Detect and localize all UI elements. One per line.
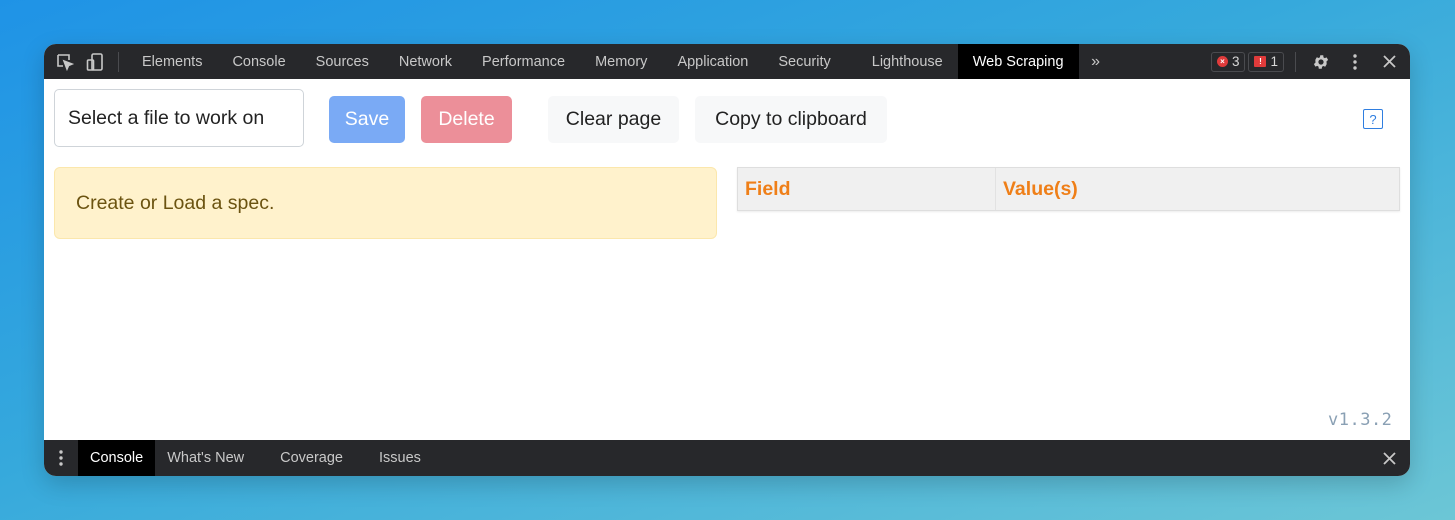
tab-label: Elements <box>142 53 203 70</box>
tab-label: Application <box>677 53 749 70</box>
file-select-value: Select a file to work on <box>68 106 265 129</box>
gear-icon[interactable] <box>1304 44 1338 79</box>
column-header-field: Field <box>738 168 996 210</box>
help-icon[interactable]: ? <box>1363 109 1383 129</box>
tab-sources[interactable]: Sources <box>301 44 384 79</box>
tab-label: What's New <box>167 450 245 466</box>
tab-label: Web Scraping <box>972 53 1064 70</box>
info-alert: Create or Load a spec. <box>54 167 717 239</box>
device-toolbar-icon[interactable] <box>80 44 110 79</box>
tab-label: Sources <box>315 53 369 70</box>
toolbar-separator <box>118 51 119 72</box>
toolbar-separator <box>1295 51 1296 72</box>
tab-label: Console <box>90 450 144 466</box>
tab-label: Console <box>232 53 286 70</box>
tab-label: Security <box>778 53 831 70</box>
delete-button[interactable]: Delete <box>421 96 512 143</box>
drawer-tab-whats-new[interactable]: What's New <box>155 440 262 476</box>
issue-count: 1 <box>1270 54 1278 69</box>
drawer-tab-console[interactable]: Console <box>78 440 156 476</box>
tab-label: Network <box>398 53 453 70</box>
tab-elements[interactable]: Elements <box>127 44 217 79</box>
save-button[interactable]: Save <box>329 96 405 143</box>
kebab-menu-icon[interactable] <box>1338 44 1372 79</box>
error-count-badge[interactable]: × 3 <box>1210 51 1246 72</box>
field-value-table-header: Field Value(s) <box>737 167 1400 211</box>
tab-console[interactable]: Console <box>217 44 300 79</box>
tab-label: Issues <box>378 450 421 466</box>
error-icon: × <box>1216 56 1228 67</box>
devtools-window: Elements Console Sources Network Perform… <box>44 44 1410 476</box>
version-label: v1.3.2 <box>1328 410 1393 430</box>
drawer-tab-coverage[interactable]: Coverage <box>262 440 361 476</box>
tab-label: Performance <box>482 53 566 70</box>
double-chevron-right-icon[interactable]: » <box>1079 44 1113 79</box>
issue-count-badge[interactable]: ! 1 <box>1248 51 1284 72</box>
tab-performance[interactable]: Performance <box>467 44 580 79</box>
tab-network[interactable]: Network <box>384 44 467 79</box>
alert-text: Create or Load a spec. <box>76 191 275 214</box>
tab-memory[interactable]: Memory <box>580 44 662 79</box>
devtools-drawer-bar: Console What's New Coverage Issues <box>44 440 1410 476</box>
file-select-dropdown[interactable]: Select a file to work on <box>54 89 304 147</box>
devtools-top-bar: Elements Console Sources Network Perform… <box>44 44 1410 79</box>
inspect-element-icon[interactable] <box>50 44 80 79</box>
clear-page-button[interactable]: Clear page <box>548 96 679 143</box>
tab-lighthouse[interactable]: Lighthouse <box>857 44 958 79</box>
tab-label: Lighthouse <box>871 53 943 70</box>
tab-label: Memory <box>595 53 648 70</box>
copy-to-clipboard-button[interactable]: Copy to clipboard <box>695 96 887 143</box>
tab-application[interactable]: Application <box>662 44 763 79</box>
column-header-values: Value(s) <box>1003 177 1078 200</box>
error-count: 3 <box>1231 54 1240 69</box>
drawer-close-icon[interactable] <box>1372 441 1406 476</box>
issue-flag-icon: ! <box>1254 56 1267 67</box>
close-icon[interactable] <box>1372 44 1406 79</box>
tab-web-scraping[interactable]: Web Scraping <box>957 44 1079 79</box>
drawer-kebab-icon[interactable] <box>44 440 78 476</box>
drawer-tab-issues[interactable]: Issues <box>361 440 439 476</box>
tab-label: Coverage <box>280 450 343 466</box>
tab-security[interactable]: Security <box>763 44 856 79</box>
